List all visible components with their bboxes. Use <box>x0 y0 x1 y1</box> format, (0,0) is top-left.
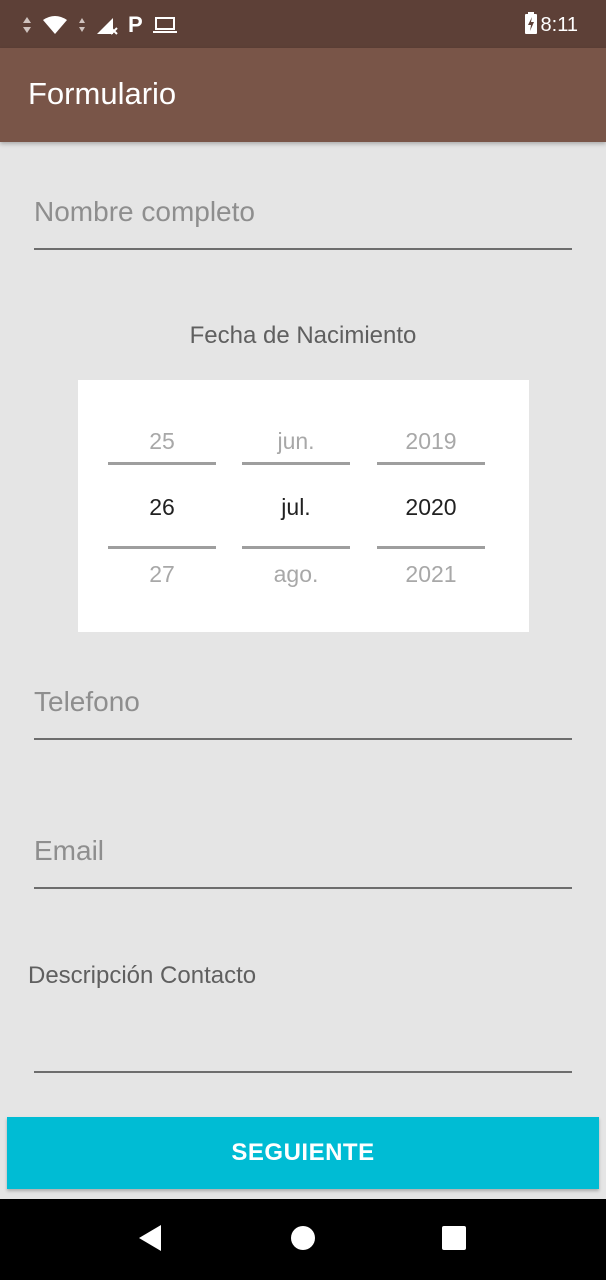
recents-button[interactable] <box>414 1199 494 1280</box>
month-current[interactable]: jul. <box>242 494 350 521</box>
description-input[interactable] <box>34 1009 572 1073</box>
next-button[interactable]: SEGUIENTE <box>7 1117 599 1189</box>
parking-icon: P <box>128 12 143 37</box>
description-label: Descripción Contacto <box>28 962 257 989</box>
status-bar: P 8:11 <box>0 0 606 48</box>
phone-input[interactable] <box>34 676 572 740</box>
wifi-icon <box>42 15 68 35</box>
name-input[interactable] <box>34 186 572 250</box>
birthdate-label: Fecha de Nacimiento <box>189 322 417 349</box>
clock: 8:11 <box>540 13 578 36</box>
divider <box>377 462 485 465</box>
app-bar: Formulario <box>0 48 606 142</box>
divider <box>242 546 350 549</box>
back-icon <box>137 1224 163 1256</box>
day-prev[interactable]: 25 <box>108 428 216 455</box>
year-prev[interactable]: 2019 <box>377 428 485 455</box>
year-next[interactable]: 2021 <box>377 561 485 588</box>
recents-icon <box>441 1225 467 1255</box>
month-prev[interactable]: jun. <box>242 428 350 455</box>
nav-bar <box>0 1199 606 1280</box>
day-next[interactable]: 27 <box>108 561 216 588</box>
date-picker: 25 26 27 jun. jul. ago. 2019 2020 2021 <box>78 380 529 632</box>
divider <box>242 462 350 465</box>
month-picker[interactable]: jun. jul. ago. <box>242 380 350 632</box>
data-arrows-icon <box>78 15 86 35</box>
page-title: Formulario <box>28 76 177 111</box>
battery-charging-icon <box>524 12 537 38</box>
back-button[interactable] <box>110 1199 190 1280</box>
email-input[interactable] <box>34 825 572 889</box>
divider <box>108 462 216 465</box>
day-current[interactable]: 26 <box>108 494 216 521</box>
month-next[interactable]: ago. <box>242 561 350 588</box>
day-picker[interactable]: 25 26 27 <box>108 380 216 632</box>
year-picker[interactable]: 2019 2020 2021 <box>377 380 485 632</box>
data-arrows-icon <box>22 15 32 35</box>
signal-icon <box>96 15 118 35</box>
home-icon <box>290 1225 316 1255</box>
home-button[interactable] <box>263 1199 343 1280</box>
status-right: 8:11 <box>524 12 578 38</box>
status-icons: P <box>22 12 177 38</box>
laptop-icon <box>152 16 177 34</box>
divider <box>108 546 216 549</box>
divider <box>377 546 485 549</box>
year-current[interactable]: 2020 <box>377 494 485 521</box>
